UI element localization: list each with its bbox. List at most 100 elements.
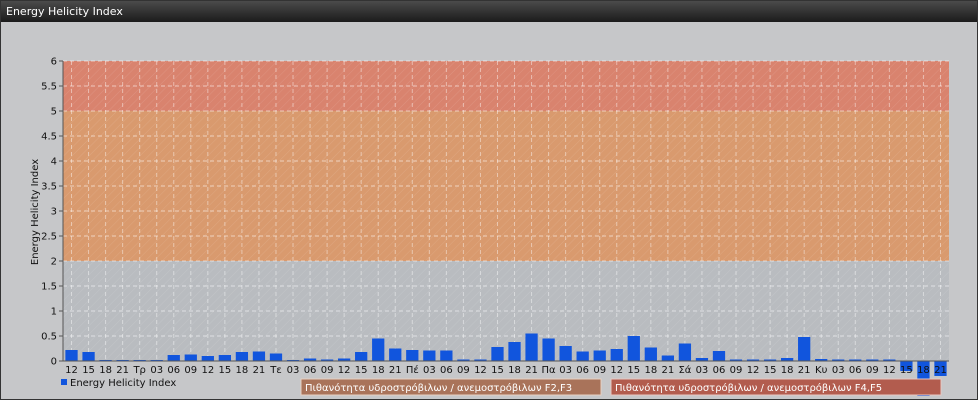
x-tick-label: 21 bbox=[934, 365, 947, 376]
zone-legend-f4f5: Πιθανότητα υδροστρόβιλων / ανεμοστρόβιλω… bbox=[610, 378, 942, 396]
x-tick-label: 21 bbox=[525, 365, 538, 376]
zone-legend-f2f3-label: Πιθανότητα υδροστρόβιλων / ανεμοστρόβιλω… bbox=[305, 382, 572, 394]
bar bbox=[389, 348, 402, 361]
x-tick-label: 15 bbox=[82, 365, 95, 376]
bar bbox=[406, 350, 419, 361]
x-tick-label: 15 bbox=[900, 365, 913, 376]
window-titlebar: Energy Helicity Index bbox=[1, 1, 977, 22]
x-tick-label: 06 bbox=[440, 365, 453, 376]
y-tick-label: 5 bbox=[51, 107, 57, 118]
bar bbox=[235, 352, 249, 361]
chart-window: Energy Helicity Index 0 0.5 1 1.5 2 2.5 3 3.5 4 4… bbox=[0, 0, 978, 400]
x-tick-label: 09 bbox=[866, 365, 879, 376]
bar bbox=[559, 346, 572, 361]
x-tick-label: 06 bbox=[304, 365, 317, 376]
x-tick-label: 09 bbox=[593, 365, 606, 376]
y-tick-label: 4 bbox=[51, 157, 57, 168]
x-tick-label: 12 bbox=[65, 365, 78, 376]
x-tick-label: Κυ bbox=[815, 365, 828, 376]
x-tick-label: 06 bbox=[713, 365, 726, 376]
ehi-chart: 00.511.522.533.544.555.56 12 15 18 21 Τρ 03 06… bbox=[30, 57, 949, 396]
x-tick-label: 03 bbox=[150, 365, 163, 376]
bar bbox=[372, 338, 385, 361]
bar bbox=[508, 342, 521, 361]
x-tick-label: 03 bbox=[423, 365, 436, 376]
bar bbox=[355, 352, 368, 361]
y-tick-label: 0.5 bbox=[41, 332, 57, 343]
bar bbox=[65, 350, 78, 361]
x-tick-label: 12 bbox=[610, 365, 623, 376]
y-tick-label: 1.5 bbox=[41, 282, 57, 293]
x-tick-label: 03 bbox=[696, 365, 709, 376]
bar bbox=[167, 355, 180, 361]
y-tick-label: 4.5 bbox=[41, 132, 57, 143]
x-tick-label: 15 bbox=[627, 365, 640, 376]
zone-legend-f4f5-label: Πιθανότητα υδροστρόβιλων / ανεμοστρόβιλω… bbox=[615, 382, 882, 394]
x-tick-label: 18 bbox=[99, 365, 112, 376]
legend-label: Energy Helicity Index bbox=[70, 378, 176, 389]
bar bbox=[184, 354, 197, 361]
bar bbox=[712, 351, 726, 361]
x-tick-label: 06 bbox=[849, 365, 862, 376]
x-tick-label: 18 bbox=[236, 365, 249, 376]
x-tick-label: Σά bbox=[678, 364, 691, 376]
x-tick-label: 12 bbox=[338, 365, 351, 376]
x-tick-label: 03 bbox=[287, 365, 300, 376]
x-tick-label: 15 bbox=[355, 365, 368, 376]
bar bbox=[593, 350, 606, 361]
x-tick-label: 21 bbox=[116, 365, 129, 376]
x-tick-label: 09 bbox=[730, 365, 743, 376]
x-tick-label: 18 bbox=[781, 365, 794, 376]
x-tick-label: 09 bbox=[457, 365, 470, 376]
bar bbox=[269, 353, 283, 361]
bar bbox=[440, 350, 453, 361]
x-tick-label: 03 bbox=[559, 365, 572, 376]
bar bbox=[491, 347, 504, 361]
x-tick-label: 12 bbox=[201, 365, 214, 376]
x-tick-label: 15 bbox=[218, 365, 231, 376]
x-tick-label: 15 bbox=[491, 365, 504, 376]
x-tick-label: 12 bbox=[883, 365, 896, 376]
y-tick-label: 0 bbox=[51, 357, 57, 368]
legend[interactable]: Energy Helicity Index bbox=[61, 378, 176, 389]
x-tick-label: 06 bbox=[576, 365, 589, 376]
bar bbox=[798, 337, 811, 361]
x-tick-label: Τρ bbox=[132, 365, 145, 376]
bar bbox=[661, 355, 674, 361]
y-tick-label: 3.5 bbox=[41, 182, 57, 193]
zone-legend-f2f3: Πιθανότητα υδροστρόβιλων / ανεμοστρόβιλω… bbox=[300, 378, 602, 396]
y-tick-label: 6 bbox=[51, 57, 57, 68]
bar bbox=[201, 356, 214, 361]
x-tick-label: Πέ bbox=[406, 364, 419, 376]
x-tick-label: 18 bbox=[372, 365, 385, 376]
x-tick-label: 06 bbox=[167, 365, 180, 376]
bar bbox=[218, 355, 231, 361]
bar bbox=[252, 351, 266, 361]
bar bbox=[423, 350, 436, 361]
bar bbox=[644, 347, 657, 361]
x-tick-label: 18 bbox=[644, 365, 657, 376]
x-tick-label: 21 bbox=[798, 365, 811, 376]
x-tick-label: Πα bbox=[542, 365, 557, 376]
x-tick-label: 21 bbox=[253, 365, 266, 376]
window-title: Energy Helicity Index bbox=[6, 5, 123, 18]
x-tick-label: 03 bbox=[832, 365, 845, 376]
y-tick-label: 1 bbox=[51, 307, 57, 318]
x-tick-label: 21 bbox=[389, 365, 402, 376]
x-tick-label: 18 bbox=[508, 365, 521, 376]
bar bbox=[542, 338, 555, 361]
y-axis-label: Energy Helicity Index bbox=[30, 159, 41, 265]
y-tick-label: 2 bbox=[51, 257, 57, 268]
legend-swatch bbox=[61, 379, 67, 385]
bar bbox=[627, 336, 640, 361]
x-tick-label: 09 bbox=[184, 365, 197, 376]
bar bbox=[576, 351, 589, 361]
x-tick-label: 18 bbox=[917, 365, 930, 376]
bar bbox=[82, 352, 95, 361]
y-tick-label: 3 bbox=[51, 207, 57, 218]
bar bbox=[678, 343, 692, 361]
y-tick-label: 2.5 bbox=[41, 232, 57, 243]
y-tick-label: 5.5 bbox=[41, 82, 57, 93]
x-tick-label: 21 bbox=[661, 365, 674, 376]
x-tick-label: 09 bbox=[321, 365, 334, 376]
